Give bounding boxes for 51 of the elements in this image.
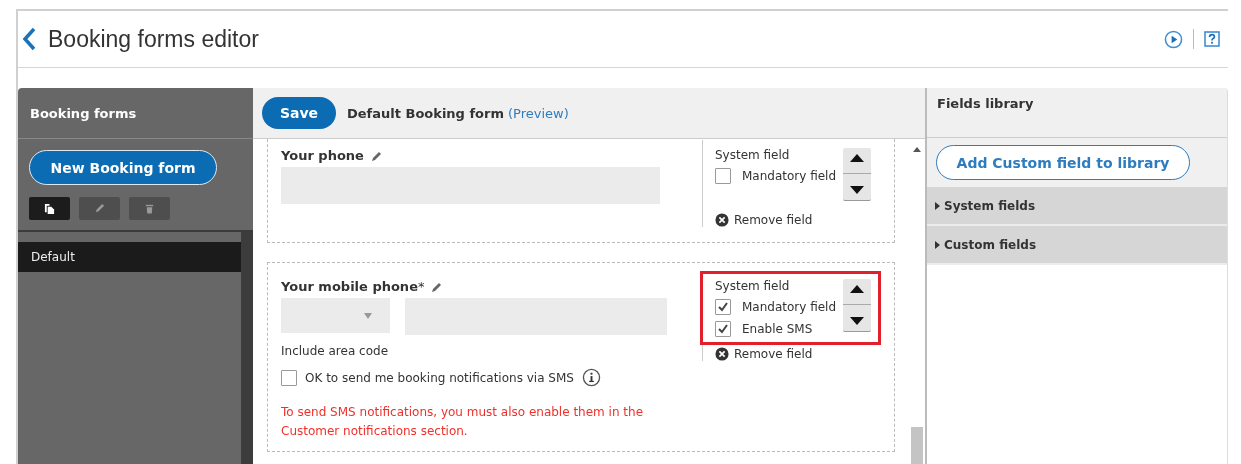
save-button[interactable]: Save xyxy=(262,97,336,129)
library-group[interactable]: System fields xyxy=(927,187,1227,226)
close-icon[interactable] xyxy=(715,213,729,227)
back-icon[interactable] xyxy=(22,27,36,51)
library-group[interactable]: Custom fields xyxy=(927,226,1227,265)
new-form-button[interactable]: New Booking form xyxy=(29,150,217,185)
system-field-label: System field xyxy=(715,279,791,293)
consent-label: OK to send me booking notifications via SMS xyxy=(305,370,574,385)
remove-field-link[interactable]: Remove field xyxy=(734,213,813,227)
checkbox[interactable] xyxy=(715,299,731,315)
field-label: Your mobile phone xyxy=(281,279,418,294)
pencil-icon[interactable] xyxy=(370,149,383,162)
preview-link[interactable]: (Preview) xyxy=(508,105,569,121)
move-buttons[interactable] xyxy=(843,279,871,332)
close-icon[interactable] xyxy=(715,347,729,361)
page-title: Booking forms editor xyxy=(48,25,259,53)
sidebar-title: Booking forms xyxy=(30,105,137,121)
hint-text: Include area code xyxy=(281,344,389,358)
play-icon[interactable] xyxy=(1164,29,1183,49)
pencil-icon[interactable] xyxy=(431,280,444,293)
add-custom-field-button[interactable]: Add Custom field to library xyxy=(936,145,1190,180)
move-up-icon[interactable] xyxy=(850,153,864,162)
help-icon[interactable] xyxy=(1204,31,1220,47)
trash-icon xyxy=(144,203,155,214)
field-label: Your phone xyxy=(281,148,364,163)
option-label: Enable SMS xyxy=(742,322,813,336)
copy-icon xyxy=(44,203,55,214)
form-name: Default Booking form xyxy=(347,105,504,121)
move-buttons[interactable] xyxy=(843,148,871,201)
scrollbar[interactable] xyxy=(241,232,253,464)
form-list-item[interactable]: Default xyxy=(18,242,241,272)
checkbox[interactable] xyxy=(715,168,731,184)
panel-title: Fields library xyxy=(937,96,1034,111)
move-down-icon[interactable] xyxy=(850,186,864,195)
move-down-icon[interactable] xyxy=(850,317,864,326)
system-field-label: System field xyxy=(715,148,791,162)
warning-text: To send SMS notifications, you must also enable them in the Customer notifications section. xyxy=(281,404,645,440)
option-label: Mandatory field xyxy=(742,300,837,314)
info-icon[interactable] xyxy=(581,368,601,387)
required-mark: * xyxy=(417,279,425,294)
dropdown-icon xyxy=(364,312,372,319)
option-label: Mandatory field xyxy=(742,169,837,183)
remove-field-link[interactable]: Remove field xyxy=(734,347,813,361)
checkbox[interactable] xyxy=(715,321,731,337)
pencil-icon xyxy=(94,203,105,214)
copy-button[interactable] xyxy=(29,197,70,220)
move-up-icon[interactable] xyxy=(850,284,864,293)
scroll-up-icon[interactable] xyxy=(913,147,921,152)
scrollbar-thumb[interactable] xyxy=(911,427,923,464)
checkbox[interactable] xyxy=(281,369,297,386)
delete-button[interactable] xyxy=(129,197,170,220)
